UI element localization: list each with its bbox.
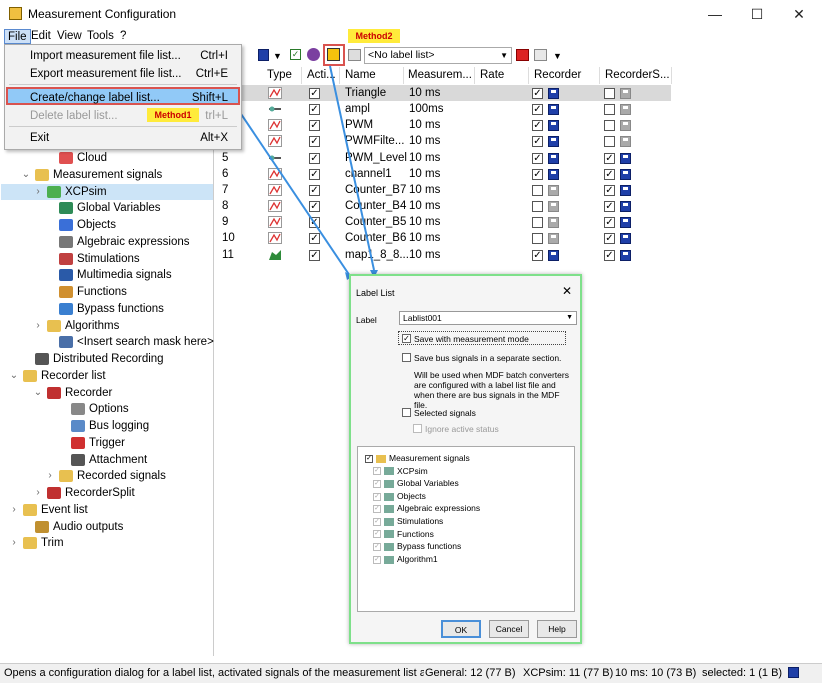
status-xcpsim: XCPsim: 11 (77 B) <box>523 667 614 679</box>
method1-badge: Method1 <box>147 108 199 122</box>
dialog-tree-item-label: Measurement signals <box>389 453 470 463</box>
ignore-active-label: Ignore active status <box>425 424 499 434</box>
tree-item-icon <box>384 505 394 514</box>
dialog-tree-item[interactable]: ✓ Global Variables <box>373 477 459 489</box>
tree-item-checkbox[interactable]: ✓ <box>373 530 381 539</box>
save-bus-label: Save bus signals in a separate section. <box>414 353 562 363</box>
close-icon[interactable]: ✕ <box>562 284 572 298</box>
save-bus-checkbox[interactable] <box>402 353 411 362</box>
dialog-tree-item[interactable]: ✓ Objects <box>373 490 426 502</box>
tree-item-icon <box>376 454 386 463</box>
save-status-icon[interactable] <box>788 667 799 678</box>
tree-item-icon <box>384 492 394 501</box>
status-text: Opens a configuration dialog for a label… <box>4 667 424 679</box>
dialog-tree-item-label: Functions <box>397 528 434 539</box>
tree-item-icon <box>384 517 394 526</box>
help-button[interactable]: Help <box>537 620 577 638</box>
label-select[interactable]: Lablist001 ▼ <box>399 311 577 325</box>
dialog-tree-item-label: Bypass functions <box>397 541 462 552</box>
status-rate: 10 ms: 10 (73 B) <box>615 667 697 679</box>
dialog-tree-item-label: Algorithm1 <box>397 553 438 564</box>
tree-item-icon <box>384 555 394 564</box>
tree-item-icon <box>384 467 394 476</box>
ok-button[interactable]: OK <box>441 620 481 638</box>
tree-item-checkbox[interactable]: ✓ <box>373 542 381 551</box>
tree-item-icon <box>384 530 394 539</box>
dialog-tree-item[interactable]: ✓ Stimulations <box>373 515 443 527</box>
selected-signals-label: Selected signals <box>414 408 476 418</box>
menu-item-create-label-list[interactable]: Create/change label list... Shift+L <box>6 87 240 105</box>
label-list-dialog: Label List ✕ Label Lablist001 ▼ ✓ Save wi… <box>349 274 582 644</box>
status-general: General: 12 (77 B) <box>425 667 516 679</box>
focus-rect <box>398 331 566 345</box>
menu-item-delete-label-list[interactable]: Delete label list... trl+L <box>6 107 240 125</box>
dialog-tree-item-label: Global Variables <box>397 478 459 489</box>
menu-separator <box>9 84 237 85</box>
label-caption: Label <box>356 315 377 325</box>
tree-item-icon <box>384 542 394 551</box>
tree-item-checkbox[interactable]: ✓ <box>373 555 381 564</box>
note-text: Will be used when MDF batch converters a… <box>414 370 569 410</box>
menu-separator <box>9 126 237 127</box>
dialog-tree-item[interactable]: ✓ Measurement signals <box>365 452 470 464</box>
dialog-tree-item[interactable]: ✓ Algebraic expressions <box>373 502 480 514</box>
tree-item-icon <box>384 479 394 488</box>
dialog-tree-item[interactable]: ✓ Algorithm1 <box>373 553 438 565</box>
tree-item-checkbox[interactable]: ✓ <box>373 505 381 514</box>
tree-item-checkbox[interactable]: ✓ <box>373 492 381 501</box>
dialog-tree-item-label: XCPsim <box>397 465 428 476</box>
file-menu: Import measurement file list... Ctrl+I Ex… <box>4 44 242 150</box>
menu-item-import[interactable]: Import measurement file list... Ctrl+I <box>6 47 240 65</box>
dialog-tree-item[interactable]: ✓ Functions <box>373 528 434 540</box>
dialog-tree-item-label: Stimulations <box>397 516 444 526</box>
dialog-tree-item-label: Algebraic expressions <box>397 503 481 514</box>
tree-item-checkbox[interactable]: ✓ <box>365 454 373 463</box>
dialog-tree-item[interactable]: ✓ XCPsim <box>373 465 428 477</box>
tree-item-checkbox[interactable]: ✓ <box>373 467 381 476</box>
selected-signals-checkbox[interactable] <box>402 408 411 417</box>
tree-item-checkbox[interactable]: ✓ <box>373 479 381 488</box>
status-selected: selected: 1 (1 B) <box>702 667 783 679</box>
dialog-tree-item-label: Objects <box>397 490 426 501</box>
tree-item-checkbox[interactable]: ✓ <box>373 517 381 526</box>
menu-item-export[interactable]: Export measurement file list... Ctrl+E <box>6 65 240 83</box>
ignore-active-checkbox[interactable] <box>413 424 422 433</box>
dialog-title: Label List <box>356 288 395 298</box>
cancel-button[interactable]: Cancel <box>489 620 529 638</box>
chevron-down-icon: ▼ <box>566 314 573 321</box>
menu-item-exit[interactable]: Exit Alt+X <box>6 129 240 147</box>
dialog-tree-item[interactable]: ✓ Bypass functions <box>373 540 461 552</box>
